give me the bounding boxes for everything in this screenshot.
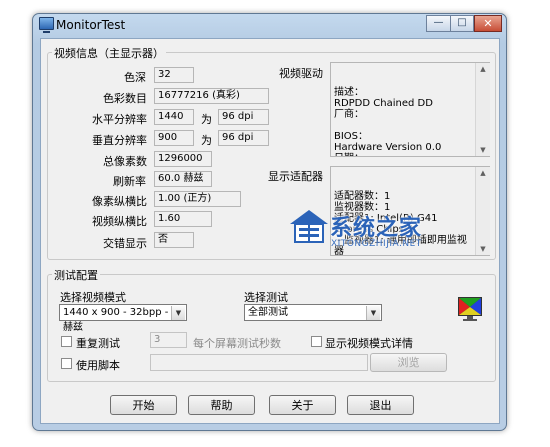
vres-label: 垂直分辨率 [92, 134, 147, 147]
test-select-label: 选择测试 [244, 291, 288, 304]
video-aspect-label: 视频纵横比 [92, 215, 147, 228]
watermark-logo-icon [288, 208, 330, 244]
maximize-button[interactable]: □ [450, 15, 474, 32]
close-button[interactable]: ✕ [474, 15, 502, 32]
monitor-test-icon [456, 296, 484, 322]
driver-info-box[interactable]: 描述： RDPDD Chained DD 厂商： BIOS： Hardware … [330, 62, 490, 157]
driver-scrollbar[interactable]: ▲ ▼ [475, 63, 490, 156]
pixel-aspect-label: 像素纵横比 [92, 195, 147, 208]
video-mode-label: 选择视频模式 [60, 291, 126, 304]
video-aspect-value: 1.60 [154, 211, 212, 227]
hres-for-label: 为 [201, 113, 212, 126]
minimize-button[interactable]: — [426, 15, 451, 32]
scroll-down-icon[interactable]: ▼ [477, 145, 489, 155]
video-mode-select[interactable]: 1440 x 900 - 32bpp - 60 赫兹 ▼ [59, 304, 187, 333]
test-config-group-title: 测试配置 [52, 267, 100, 283]
help-button[interactable]: 帮助 [188, 395, 255, 415]
vres-value: 900 [154, 130, 194, 146]
scroll-up-icon[interactable]: ▲ [477, 64, 489, 74]
pixel-aspect-value: 1.00 (正方) [154, 191, 241, 207]
show-details-label: 显示视频模式详情 [325, 337, 413, 350]
watermark-brand: 系统之家 [330, 216, 423, 241]
color-count-value: 16777216 (真彩) [154, 88, 269, 104]
window-title: MonitorTest [56, 18, 126, 32]
use-script-checkbox[interactable] [61, 358, 72, 369]
test-select[interactable]: 全部测试 ▼ [244, 304, 382, 321]
vres-dpi-value: 96 dpi [218, 130, 269, 146]
hres-label: 水平分辨率 [92, 113, 147, 126]
interlace-label: 交错显示 [103, 237, 147, 250]
repeat-test-checkbox[interactable] [61, 336, 72, 347]
browse-button[interactable]: 浏览 [370, 353, 447, 372]
total-pixels-value: 1296000 [154, 151, 212, 167]
chevron-down-icon[interactable]: ▼ [171, 306, 185, 320]
seconds-input[interactable]: 3 [150, 332, 187, 348]
hres-value: 1440 [154, 109, 194, 125]
use-script-label: 使用脚本 [76, 359, 120, 372]
scroll-down-icon[interactable]: ▼ [477, 244, 489, 254]
refresh-label: 刷新率 [113, 175, 146, 188]
seconds-label: 每个屏幕测试秒数 [193, 337, 281, 350]
video-info-group-title: 视频信息（主显示器） [52, 45, 166, 61]
hres-dpi-value: 96 dpi [218, 109, 269, 125]
refresh-value: 60.0 赫兹 [154, 171, 212, 187]
watermark-url: XITONGZHIJIA.NET [331, 239, 422, 249]
script-path-input[interactable] [150, 354, 368, 371]
show-details-checkbox[interactable] [311, 336, 322, 347]
about-button[interactable]: 关于 [269, 395, 336, 415]
color-depth-label: 色深 [124, 71, 146, 84]
color-count-label: 色彩数目 [103, 92, 147, 105]
driver-info-text: 描述： RDPDD Chained DD 厂商： BIOS： Hardware … [334, 87, 442, 156]
exit-button[interactable]: 退出 [347, 395, 414, 415]
chevron-down-icon[interactable]: ▼ [366, 306, 380, 320]
driver-label: 视频驱动 [279, 67, 323, 80]
test-selected-value: 全部测试 [248, 307, 288, 318]
vres-for-label: 为 [201, 134, 212, 147]
color-depth-value: 32 [154, 67, 194, 83]
scroll-up-icon[interactable]: ▲ [477, 168, 489, 178]
adapter-label: 显示适配器 [268, 170, 323, 183]
repeat-test-label: 重复测试 [76, 337, 120, 350]
adapter-scrollbar[interactable]: ▲ ▼ [475, 167, 490, 255]
total-pixels-label: 总像素数 [103, 155, 147, 168]
interlace-value: 否 [154, 232, 194, 248]
app-icon [39, 17, 54, 33]
start-button[interactable]: 开始 [110, 395, 177, 415]
